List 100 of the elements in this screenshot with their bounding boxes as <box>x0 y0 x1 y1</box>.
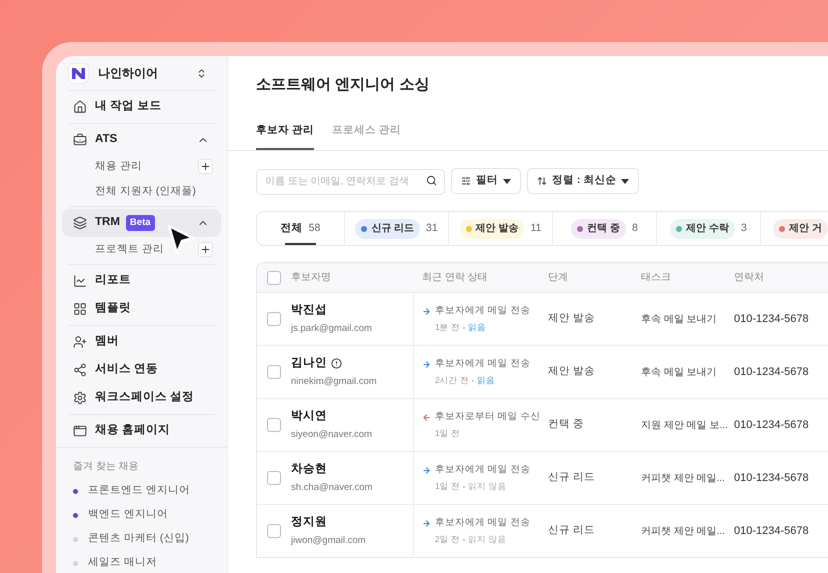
nav-subitem[interactable]: 채용 관리 <box>95 158 142 174</box>
contact-status: 후보자에게 메일 전송 <box>435 463 530 477</box>
stage-label: 컨택 중 <box>587 222 620 236</box>
table-cell-text: 커피챗 제안 메일... <box>641 472 725 486</box>
user-plus-icon <box>73 335 87 349</box>
candidate-email: sh.cha@naver.com <box>291 480 374 494</box>
checkbox[interactable] <box>267 524 281 538</box>
caret-icon <box>621 178 630 184</box>
plus-icon <box>200 244 211 255</box>
sort-icon <box>537 176 547 186</box>
nav-item[interactable]: 템플릿 <box>62 295 221 323</box>
cursor-icon <box>166 224 196 256</box>
stage-tab[interactable]: 제안 발송 11 <box>449 212 553 245</box>
read-status: 읽지 않음 <box>468 480 506 493</box>
table-cell-text: 010-1234-5678 <box>734 524 809 539</box>
read-status: 읽음 <box>477 374 496 387</box>
stage-tab[interactable]: 제안 수락 3 <box>657 212 761 245</box>
contact-status: 후보자로부터 메일 수신 <box>435 410 540 424</box>
search-icon[interactable] <box>426 175 437 186</box>
candidate-name: 박시연 <box>291 409 327 424</box>
stage-count: 11 <box>530 220 542 236</box>
stage-label: 제안 발송 <box>476 222 518 236</box>
column-header: 연락처 <box>734 271 765 285</box>
table-cell-text: 제안 발송 <box>548 364 595 380</box>
checkbox[interactable] <box>267 418 281 432</box>
contact-status: 후보자에게 메일 전송 <box>435 304 530 318</box>
checkbox[interactable] <box>267 270 281 284</box>
nav-item[interactable]: ATS <box>62 126 221 154</box>
switch-icon[interactable] <box>196 68 207 78</box>
logo-icon <box>68 62 89 84</box>
contact-time: 1분 전 <box>435 321 460 334</box>
contact-time: 2시간 전 <box>435 374 470 387</box>
favorite-item[interactable]: 프론트엔드 엔지니어 <box>88 483 190 499</box>
home-icon <box>73 100 87 114</box>
favorite-item[interactable]: 세일즈 매니저 <box>88 555 157 571</box>
favorite-item[interactable]: 콘텐츠 마케터 (신입) <box>88 531 189 547</box>
table-cell-text: 010-1234-5678 <box>734 470 809 486</box>
plus-icon <box>200 161 211 172</box>
table-cell-text: 010-1234-5678 <box>734 364 809 380</box>
table-cell-text: 010-1234-5678 <box>734 312 809 327</box>
candidate-email: ninekim@gmail.com <box>291 374 378 388</box>
stage-tab[interactable]: 신규 리드 31 <box>345 212 449 245</box>
table-cell-text: 제안 발송 <box>548 311 595 326</box>
beta-badge: Beta <box>126 214 155 232</box>
favorites-heading: 즐겨 찾는 채용 <box>73 460 140 474</box>
workspace-name: 나인하이어 <box>98 65 158 82</box>
layers-icon <box>73 216 87 230</box>
add-button[interactable] <box>198 159 213 174</box>
briefcase-icon <box>73 133 87 147</box>
table-cell-text: 신규 리드 <box>548 470 595 486</box>
table-cell-text: 010-1234-5678 <box>734 418 809 433</box>
contact-time: 2일 전 <box>435 533 460 546</box>
candidate-email: jiwon@gmail.com <box>291 534 367 548</box>
grid-icon <box>73 302 87 316</box>
filter-button[interactable]: 필터 <box>451 168 521 194</box>
candidate-email: js.park@gmail.com <box>291 322 373 336</box>
table-cell-text: 신규 리드 <box>548 523 595 538</box>
candidate-name: 차승현 <box>291 462 327 478</box>
sort-button[interactable]: 정렬 : 최신순 <box>527 168 640 194</box>
stage-tab[interactable]: 컨택 중 8 <box>553 212 657 245</box>
nav-item[interactable]: 멤버 <box>62 328 221 356</box>
tab[interactable]: 후보자 관리 <box>256 114 314 150</box>
stage-label: 신규 리드 <box>371 222 414 236</box>
nav-item[interactable]: TRM Beta <box>62 209 221 237</box>
checkbox[interactable] <box>267 365 281 379</box>
page-title: 소프트웨어 엔지니어 소싱 <box>256 74 430 95</box>
favorite-item[interactable]: 백엔드 엔지니어 <box>88 507 168 523</box>
nav-item[interactable]: 서비스 연동 <box>62 356 221 384</box>
checkbox[interactable] <box>267 312 281 326</box>
table-cell-text: 후속 메일 보내기 <box>641 312 717 326</box>
candidate-name: 박진섭 <box>291 303 327 318</box>
stage-tab[interactable]: 전체 58 <box>257 212 345 245</box>
contact-time: 1일 전 <box>435 427 460 440</box>
stage-label: 전체 <box>280 220 303 236</box>
stage-count: 31 <box>426 220 438 236</box>
nav-subitem[interactable]: 프로젝트 관리 <box>95 242 164 258</box>
checkbox[interactable] <box>267 471 281 485</box>
nav-item[interactable]: 내 작업 보드 <box>62 93 221 121</box>
nav-item[interactable]: 리포트 <box>62 267 221 295</box>
nav-subitem[interactable]: 전체 지원자 (인재풀) <box>95 184 196 200</box>
contact-time: 1일 전 <box>435 480 460 493</box>
table-cell-text: 지원 제안 메일 보... <box>641 418 728 432</box>
candidate-name: 김나인 <box>291 356 327 372</box>
add-button[interactable] <box>198 242 213 257</box>
stage-label: 제안 거 <box>789 222 822 236</box>
nav-item[interactable]: 채용 홈페이지 <box>62 417 221 445</box>
window-icon <box>73 424 87 438</box>
read-status: 읽지 않음 <box>468 533 506 546</box>
settings-icon <box>73 391 87 405</box>
table-cell-text: 후속 메일 보내기 <box>641 366 717 380</box>
table-cell-text: 컨택 중 <box>548 417 584 432</box>
stage-count: 8 <box>632 220 638 236</box>
stage-label: 제안 수락 <box>686 222 729 236</box>
contact-status: 후보자에게 메일 전송 <box>435 357 530 371</box>
stage-tab[interactable]: 제안 거 <box>761 212 828 245</box>
column-header: 최근 연락 상태 <box>421 271 489 285</box>
share-icon <box>73 363 87 377</box>
search-field[interactable]: 이름 또는 이메일, 연락처로 검색 <box>256 168 445 194</box>
nav-item[interactable]: 워크스페이스 설정 <box>62 384 221 412</box>
stage-count: 3 <box>740 220 747 236</box>
